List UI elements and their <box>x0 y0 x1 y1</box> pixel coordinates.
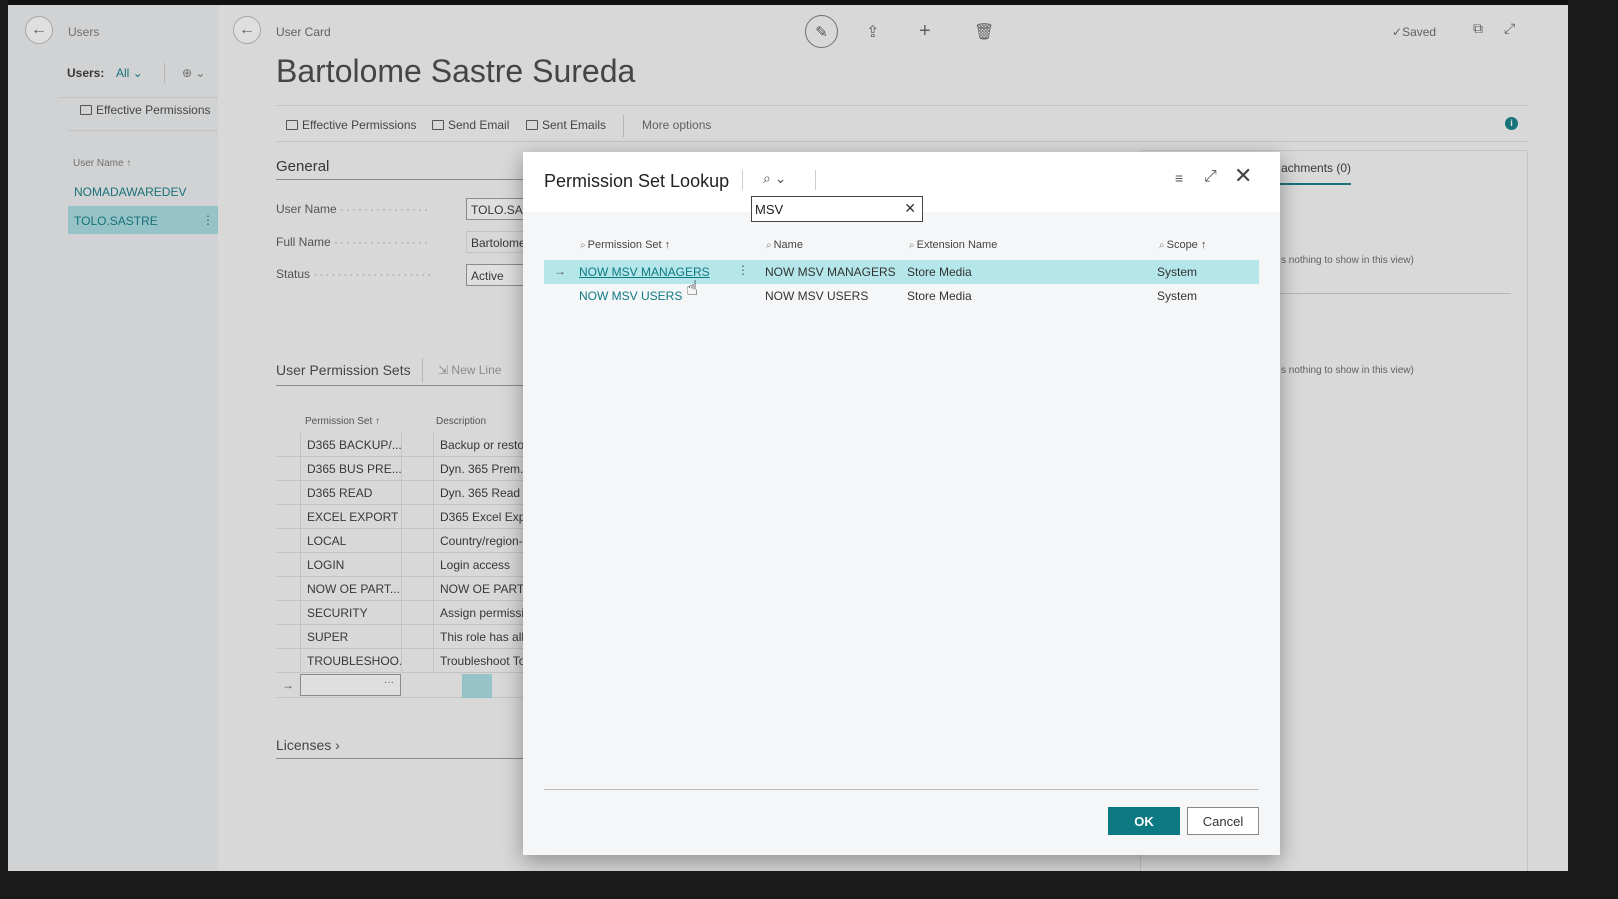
expand-icon: ⤢ <box>1204 168 1217 185</box>
scope-column-header[interactable]: ⌕ Scope ↑ <box>1159 239 1206 251</box>
search-field[interactable]: ✕ <box>751 196 923 222</box>
scope-cell: System <box>1157 265 1198 279</box>
search-icon: ⌕ <box>766 240 772 251</box>
screen-border <box>0 0 1618 5</box>
table-row-selected[interactable]: → NOW MSV MANAGERS ⋮ NOW MSV MANAGERS St… <box>544 260 1259 284</box>
search-icon: ⌕ <box>763 170 771 186</box>
name-column-header[interactable]: ⌕ Name <box>766 239 803 251</box>
table-row[interactable]: NOW MSV USERS NOW MSV USERS Store Media … <box>544 284 1259 308</box>
list-view-button[interactable]: ≡ <box>1175 170 1183 186</box>
hand-cursor-icon: ☝ <box>686 278 699 300</box>
search-icon: ⌕ <box>580 240 586 251</box>
divider <box>544 789 1259 790</box>
extension-name-column-header[interactable]: ⌕ Extension Name <box>909 239 997 251</box>
extension-cell: Store Media <box>907 265 972 279</box>
screen-border <box>0 0 8 899</box>
cancel-button[interactable]: Cancel <box>1187 807 1259 835</box>
list-icon: ≡ <box>1175 170 1184 186</box>
expand-dialog-button[interactable]: ⤢ <box>1204 168 1217 186</box>
search-icon: ⌕ <box>909 240 915 251</box>
extension-cell: Store Media <box>907 289 972 303</box>
close-dialog-button[interactable]: ✕ <box>1234 165 1252 187</box>
clear-search-icon[interactable]: ✕ <box>904 200 916 217</box>
scope-cell: System <box>1157 289 1198 303</box>
arrow-right-icon: → <box>554 264 566 278</box>
search-toggle-button[interactable]: ⌕ ⌄ <box>763 170 786 187</box>
row-menu-icon[interactable]: ⋮ <box>737 263 749 277</box>
screen-border <box>1568 0 1618 899</box>
permission-set-column-header[interactable]: ⌕ Permission Set ↑ <box>580 239 670 251</box>
search-input[interactable] <box>755 202 895 217</box>
permission-set-link[interactable]: NOW MSV USERS <box>579 289 682 303</box>
screen-border <box>0 871 1618 899</box>
dialog-title: Permission Set Lookup <box>544 171 730 191</box>
chevron-down-icon: ⌄ <box>774 170 787 186</box>
search-icon: ⌕ <box>1159 240 1165 251</box>
name-cell: NOW MSV MANAGERS <box>765 265 896 279</box>
name-cell: NOW MSV USERS <box>765 289 869 303</box>
ok-button[interactable]: OK <box>1108 807 1180 835</box>
divider <box>742 170 743 190</box>
permission-set-lookup-dialog: Permission Set Lookup ⌕ ⌄ ≡ ⤢ ✕ ✕ ⌕Permi… <box>523 152 1280 855</box>
divider <box>815 170 816 190</box>
close-icon: ✕ <box>1234 163 1253 188</box>
